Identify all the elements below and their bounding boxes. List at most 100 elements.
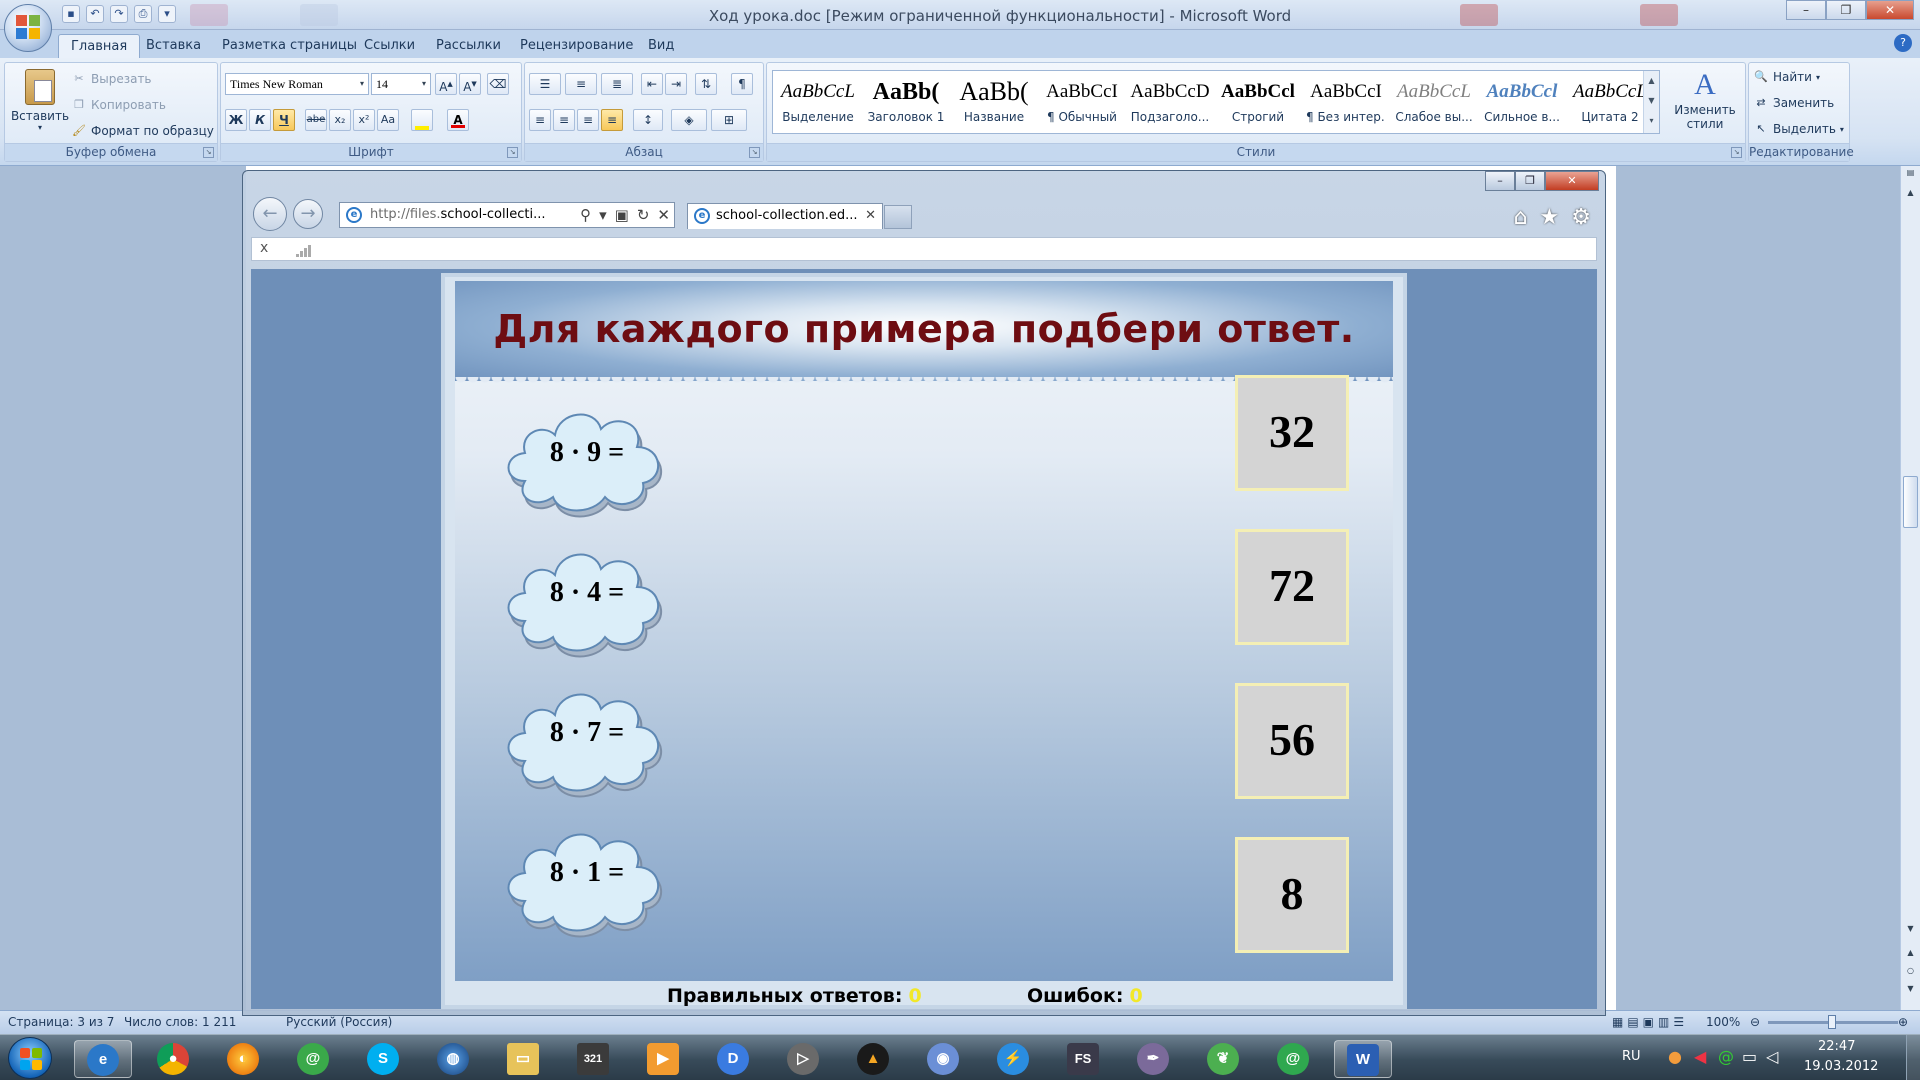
tab-insert[interactable]: Вставка bbox=[134, 34, 213, 58]
browser-minimize-button[interactable]: – bbox=[1485, 171, 1515, 191]
multilevel-list-icon[interactable]: ≣ bbox=[601, 73, 633, 95]
zoom-out-icon[interactable]: ⊖ bbox=[1750, 1015, 1760, 1029]
help-icon[interactable]: ? bbox=[1894, 34, 1912, 52]
stop-icon[interactable]: ✕ bbox=[657, 203, 670, 227]
taskbar-daemon[interactable]: ▲ bbox=[844, 1040, 902, 1078]
bold-button[interactable]: Ж bbox=[225, 109, 247, 131]
tab-view[interactable]: Вид bbox=[636, 34, 686, 58]
taskbar-mail-agent[interactable]: @ bbox=[284, 1040, 342, 1078]
replace-button[interactable]: ⇄ Заменить bbox=[1753, 95, 1834, 111]
shrink-font-button[interactable]: A▼ bbox=[459, 73, 481, 95]
style-no-spacing[interactable]: AaBbCcI ¶ Без интер... bbox=[1305, 73, 1387, 133]
taskbar-mpc[interactable]: 321 bbox=[564, 1040, 622, 1078]
change-case-button[interactable]: Aa bbox=[377, 109, 399, 131]
taskbar-firefox[interactable]: ◐ bbox=[214, 1040, 272, 1078]
taskbar-program[interactable]: ◉ bbox=[914, 1040, 972, 1078]
taskbar-player-d[interactable]: D bbox=[704, 1040, 762, 1078]
browser-close-button[interactable]: ✕ bbox=[1545, 171, 1599, 191]
borders-icon[interactable]: ⊞ bbox=[711, 109, 747, 131]
taskbar-icq[interactable]: @ bbox=[1264, 1040, 1322, 1078]
styles-scroll[interactable]: ▲ ▼ ▾ bbox=[1643, 71, 1659, 133]
address-bar[interactable]: e http://files.school-collecti... ⚲ ▾ ▣ … bbox=[339, 202, 675, 228]
browser-tab-active[interactable]: e school-collection.ed... ✕ bbox=[687, 203, 883, 229]
view-buttons-icon[interactable]: ▦▤▣▥☰ bbox=[1612, 1015, 1688, 1029]
chevron-down-icon[interactable]: ▼ bbox=[1644, 91, 1659, 111]
show-desktop-button[interactable] bbox=[1906, 1035, 1920, 1080]
cut-button[interactable]: ✂ Вырезать bbox=[71, 71, 151, 87]
paste-button[interactable]: Вставить ▾ bbox=[9, 69, 71, 132]
example-cloud-2[interactable]: 8 · 4 = bbox=[497, 533, 677, 659]
subscript-button[interactable]: x₂ bbox=[329, 109, 351, 131]
close-tab-icon[interactable]: ✕ bbox=[865, 204, 876, 228]
dropdown-icon[interactable]: ▾ bbox=[599, 203, 607, 227]
taskbar-ie[interactable]: e bbox=[74, 1040, 132, 1078]
paragraph-launcher-icon[interactable]: ↘ bbox=[749, 147, 760, 158]
answer-tile[interactable]: 72 bbox=[1235, 529, 1349, 645]
font-color-icon[interactable]: A bbox=[447, 109, 469, 131]
input-language[interactable]: RU bbox=[1622, 1049, 1641, 1064]
answer-tile[interactable]: 32 bbox=[1235, 375, 1349, 491]
align-left-icon[interactable]: ≡ bbox=[529, 109, 551, 131]
chevron-up-icon[interactable]: ▲ bbox=[1644, 71, 1659, 91]
style-subtle-emphasis[interactable]: AaBbCcL Слабое вы... bbox=[1393, 73, 1475, 133]
pilcrow-icon[interactable]: ¶ bbox=[731, 73, 753, 95]
answer-tile[interactable]: 8 bbox=[1235, 837, 1349, 953]
align-center-icon[interactable]: ≡ bbox=[553, 109, 575, 131]
select-button[interactable]: ↖ Выделить ▾ bbox=[1753, 121, 1844, 137]
taskbar-pen[interactable]: ✒ bbox=[1124, 1040, 1182, 1078]
taskbar-chrome[interactable]: ● bbox=[144, 1040, 202, 1078]
style-quote-2[interactable]: AaBbCcL Цитата 2 bbox=[1569, 73, 1651, 133]
style-heading-1[interactable]: AaBb( Заголовок 1 bbox=[865, 73, 947, 133]
taskbar-folder[interactable]: ▭ bbox=[494, 1040, 552, 1078]
shading-icon[interactable]: ◈ bbox=[671, 109, 707, 131]
zoom-in-icon[interactable]: ⊕ bbox=[1898, 1015, 1908, 1029]
clear-format-icon[interactable]: ⌫ bbox=[487, 73, 509, 95]
taskbar-media[interactable]: ▷ bbox=[774, 1040, 832, 1078]
style-intense-emphasis[interactable]: AaBbCcl Сильное в... bbox=[1481, 73, 1563, 133]
style-subtitle[interactable]: AaBbCcD Подзаголо... bbox=[1129, 73, 1211, 133]
grow-font-button[interactable]: A▲ bbox=[435, 73, 457, 95]
volume-mute-icon[interactable]: ◀ bbox=[1694, 1047, 1706, 1066]
taskbar-download[interactable]: ⚡ bbox=[984, 1040, 1042, 1078]
maximize-button[interactable]: ❐ bbox=[1826, 0, 1866, 20]
scroll-up-icon[interactable]: ▲ bbox=[1901, 188, 1920, 202]
font-size-combo[interactable]: 14 ▾ bbox=[371, 73, 431, 95]
numbering-icon[interactable]: ≡ bbox=[565, 73, 597, 95]
zoom-slider-knob[interactable] bbox=[1828, 1015, 1836, 1029]
answer-tile[interactable]: 56 bbox=[1235, 683, 1349, 799]
search-icon[interactable]: ⚲ bbox=[580, 203, 591, 227]
increase-indent-icon[interactable]: ⇥ bbox=[665, 73, 687, 95]
forward-arrow-icon[interactable]: → bbox=[293, 199, 323, 229]
decrease-indent-icon[interactable]: ⇤ bbox=[641, 73, 663, 95]
font-name-combo[interactable]: Times New Roman ▾ bbox=[225, 73, 369, 95]
ruler-toggle-icon[interactable]: ▤ bbox=[1901, 168, 1920, 182]
settings-gear-icon[interactable]: ⚙ bbox=[1571, 205, 1591, 230]
style-emphasis[interactable]: AaBbCcL Выделение bbox=[777, 73, 859, 133]
browser-maximize-button[interactable]: ❐ bbox=[1515, 171, 1545, 191]
highlight-icon[interactable] bbox=[411, 109, 433, 131]
refresh-icon[interactable]: ↻ bbox=[637, 203, 650, 227]
scroll-thumb[interactable] bbox=[1903, 476, 1918, 528]
find-button[interactable]: 🔍 Найти ▾ bbox=[1753, 69, 1820, 85]
example-cloud-4[interactable]: 8 · 1 = bbox=[497, 813, 677, 939]
prev-page-icon[interactable]: ▲ bbox=[1901, 948, 1920, 962]
sort-icon[interactable]: ⇅ bbox=[695, 73, 717, 95]
style-strong[interactable]: AaBbCcl Строгий bbox=[1217, 73, 1299, 133]
network-icon[interactable]: ▭ bbox=[1742, 1047, 1757, 1066]
back-arrow-icon[interactable]: ← bbox=[253, 197, 287, 231]
clipboard-launcher-icon[interactable]: ↘ bbox=[203, 147, 214, 158]
zoom-slider[interactable] bbox=[1768, 1015, 1898, 1029]
next-page-icon[interactable]: ▼ bbox=[1901, 984, 1920, 998]
taskbar-butterfly[interactable]: ❦ bbox=[1194, 1040, 1252, 1078]
format-painter-button[interactable]: 🖌 Формат по образцу bbox=[71, 123, 214, 139]
minimize-button[interactable]: – bbox=[1786, 0, 1826, 20]
example-cloud-3[interactable]: 8 · 7 = bbox=[497, 673, 677, 799]
superscript-button[interactable]: x² bbox=[353, 109, 375, 131]
tray-app-icon[interactable]: ● bbox=[1668, 1047, 1682, 1066]
taskbar-skype[interactable]: S bbox=[354, 1040, 412, 1078]
taskbar-player[interactable]: ▶ bbox=[634, 1040, 692, 1078]
line-spacing-icon[interactable]: ↕ bbox=[633, 109, 663, 131]
compat-view-icon[interactable]: ▣ bbox=[615, 203, 629, 227]
tab-review[interactable]: Рецензирование bbox=[508, 34, 645, 58]
style-title[interactable]: AaBb( Название bbox=[953, 73, 1035, 133]
